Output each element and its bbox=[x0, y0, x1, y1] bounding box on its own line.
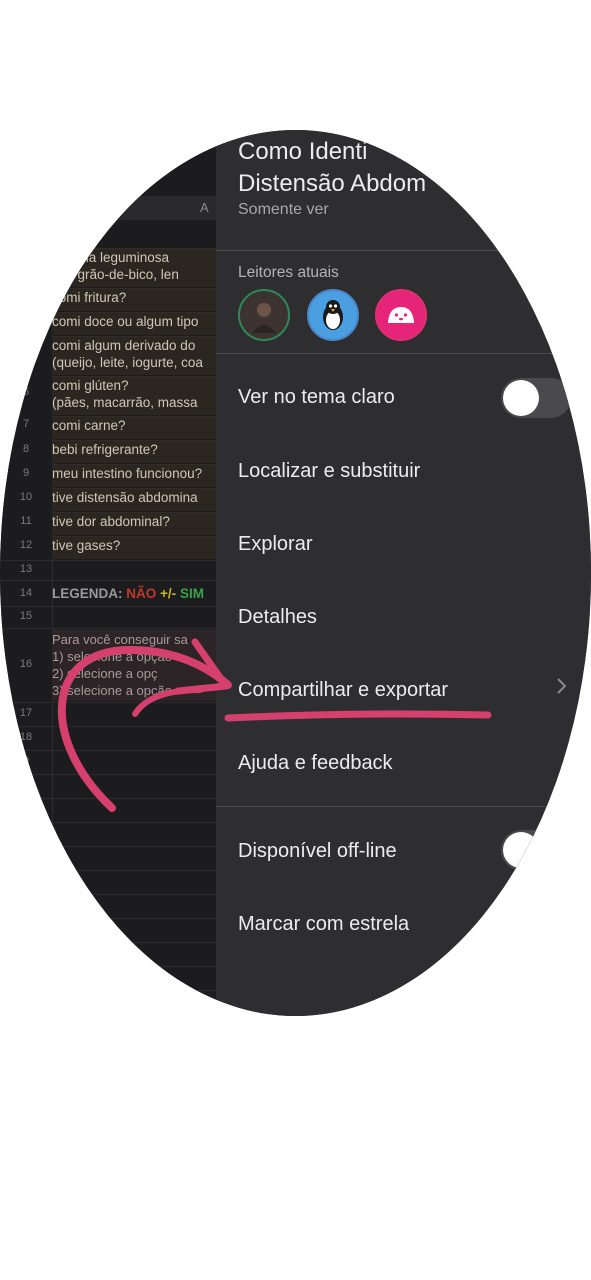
annotation-arrow-icon bbox=[57, 638, 492, 812]
oval-viewport: A alguma leguminosa jão, grão-de-bico, l… bbox=[0, 130, 591, 1016]
